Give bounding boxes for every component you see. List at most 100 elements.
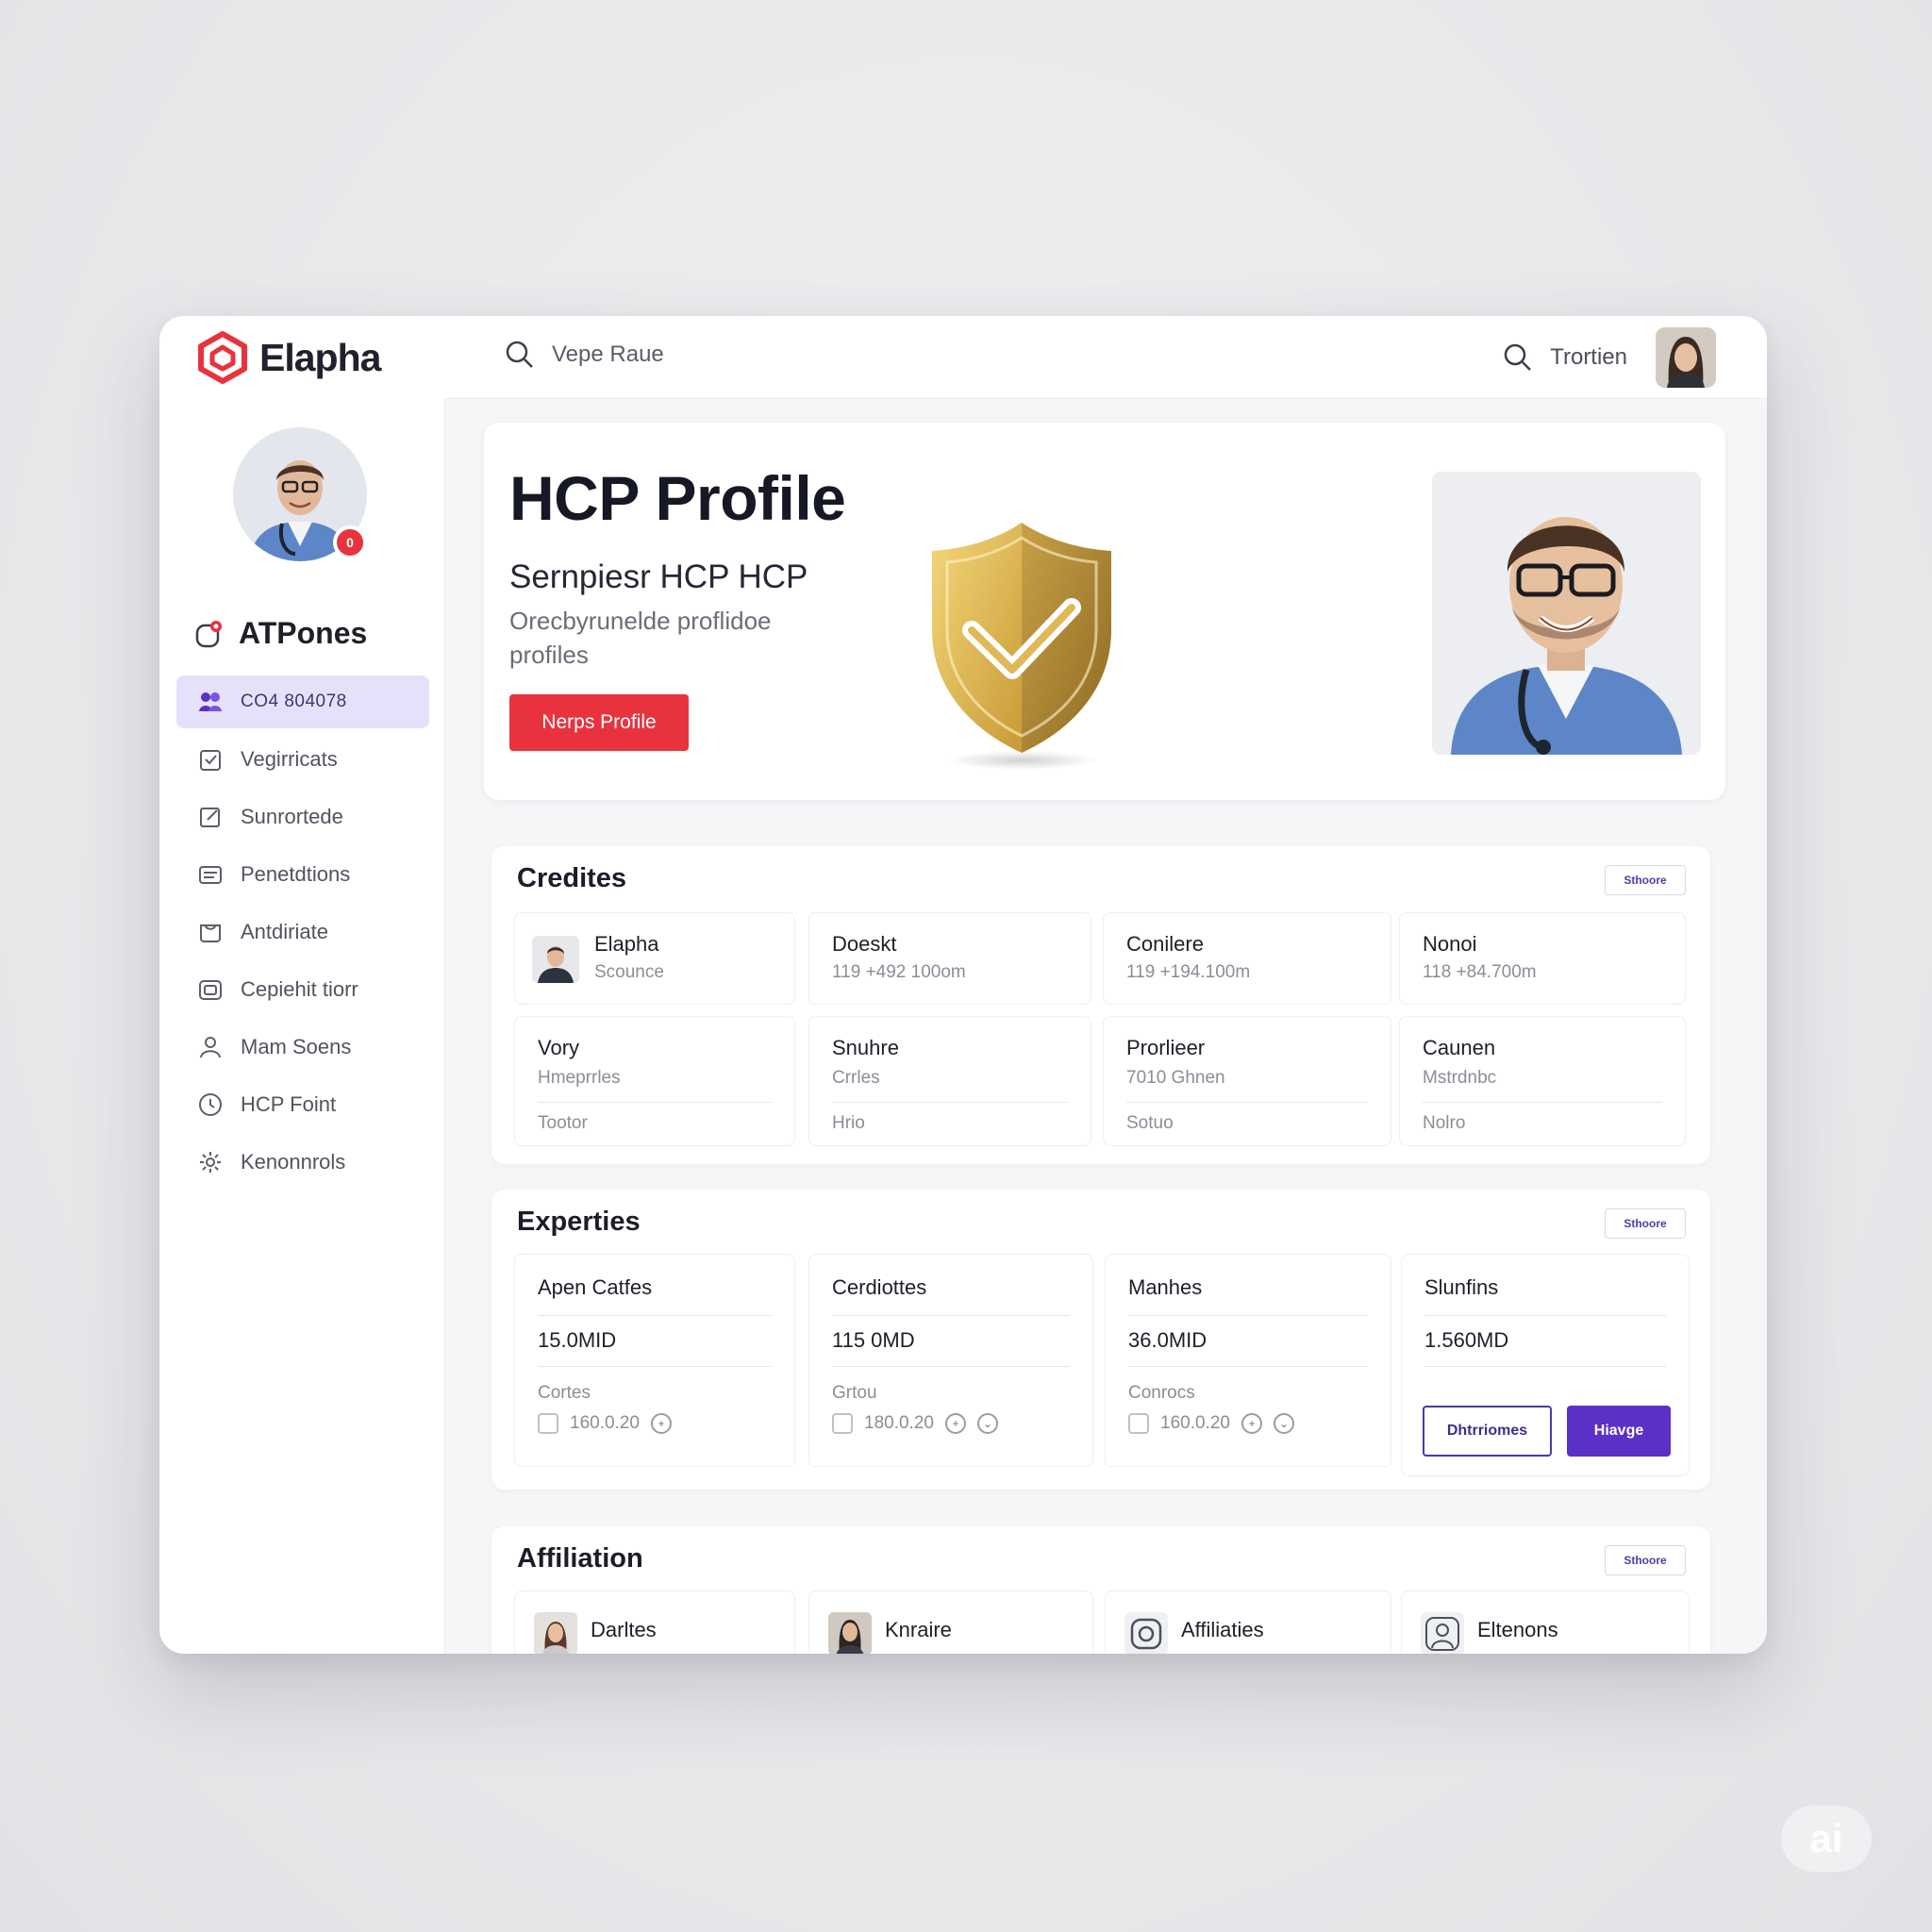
divider	[832, 1315, 1070, 1316]
credential-card[interactable]: Nonoi 118 +84.700m	[1399, 912, 1686, 1005]
sidebar-item-0[interactable]: CO4 804078	[176, 675, 429, 728]
hexagon-logo-icon	[198, 331, 247, 384]
credential-card[interactable]: Prorlieer 7010 Ghnen Sotuo	[1103, 1016, 1391, 1146]
card-title: Nonoi	[1423, 932, 1477, 956]
expertise-card[interactable]: Apen Catfes 15.0MID Cortes 160.0.20 +	[514, 1254, 795, 1467]
credential-card[interactable]: Vory Hmeprrles Tootor	[514, 1016, 795, 1146]
edit-icon	[200, 808, 220, 827]
watermark-badge: ai	[1781, 1806, 1872, 1872]
credential-card[interactable]: Snuhre Crrles Hrio	[808, 1016, 1091, 1146]
sidebar-item-6[interactable]: Mam Soens	[176, 1021, 429, 1074]
credential-card[interactable]: Caunen Mstrdnbc Nolro	[1399, 1016, 1686, 1146]
search-box[interactable]	[505, 340, 893, 370]
sidebar-item-4[interactable]: Antdiriate	[176, 906, 429, 958]
divider	[538, 1102, 772, 1103]
divider	[1423, 1102, 1662, 1103]
divider	[1424, 1315, 1666, 1316]
sidebar-item-7[interactable]: HCP Foint	[176, 1078, 429, 1131]
card-subtitle: Hmeprrles	[538, 1068, 621, 1088]
affiliation-card[interactable]: Knraire	[808, 1591, 1093, 1654]
shield-check-icon	[932, 523, 1111, 770]
sidebar-item-label: Antdiriate	[241, 920, 328, 943]
card-title: Affiliaties	[1181, 1618, 1264, 1641]
see-more-button[interactable]: Sthoore	[1605, 1545, 1686, 1575]
sidebar-item-label: Cepiehit tiorr	[241, 977, 358, 1001]
gear-icon	[200, 1152, 221, 1173]
card-number: 180.0.20	[864, 1413, 934, 1433]
plus-icon[interactable]: +	[944, 1413, 966, 1434]
primary-action-button[interactable]: Hiavge	[1567, 1406, 1671, 1457]
card-footer: Tootor	[538, 1113, 588, 1133]
affiliation-card[interactable]: Affiliaties	[1105, 1591, 1391, 1654]
app-name: Elapha	[259, 335, 381, 379]
expertise-card[interactable]: Cerdiottes 115 0MD Grtou 180.0.20 + ⌄	[808, 1254, 1093, 1467]
card-title: Prorlieer	[1126, 1036, 1206, 1059]
card-title: Snuhre	[832, 1036, 899, 1059]
divider	[832, 1366, 1070, 1367]
card-meta-row: 180.0.20 + ⌄	[832, 1413, 998, 1434]
card-value: 1.560MD	[1424, 1328, 1509, 1352]
divider	[1126, 1102, 1368, 1103]
camera-icon	[1124, 1612, 1168, 1654]
card-title: Eltenons	[1477, 1618, 1558, 1641]
sidebar-item-label: HCP Foint	[241, 1092, 337, 1116]
card-title: Manhes	[1128, 1275, 1203, 1299]
section-title: Affiliation	[517, 1543, 643, 1574]
credential-card[interactable]: Doeskt 119 +492 100om	[808, 912, 1091, 1005]
profile-cta-button[interactable]: Nerps Profile	[509, 694, 689, 751]
doctor-portrait-icon	[1432, 472, 1701, 755]
card-title: Elapha	[594, 932, 659, 956]
person-icon	[200, 1037, 221, 1058]
affiliation-card[interactable]: Eltenons	[1401, 1591, 1690, 1654]
sidebar-item-1[interactable]: Vegirricats	[176, 733, 429, 786]
card-footer: Sotuo	[1126, 1113, 1174, 1133]
card-subtitle: Crrles	[832, 1068, 880, 1088]
sidebar-item-8[interactable]: Kenonnrols	[176, 1136, 429, 1189]
card-footer: Hrio	[832, 1113, 865, 1133]
notification-badge[interactable]: 0	[333, 525, 367, 559]
see-more-button[interactable]: Sthoore	[1605, 865, 1686, 895]
secondary-action-button[interactable]: Dhtrriomes	[1423, 1406, 1552, 1457]
top-bar: Trortien	[444, 316, 1767, 399]
divider	[538, 1315, 772, 1316]
card-meta-row: 160.0.20 + ⌄	[1128, 1413, 1294, 1434]
card-title: Knraire	[885, 1618, 952, 1641]
search-input[interactable]	[550, 341, 893, 369]
sidebar-item-5[interactable]: Cepiehit tiorr	[176, 963, 429, 1016]
card-title: Doeskt	[832, 932, 897, 956]
clipboard-icon	[200, 750, 221, 771]
checkbox[interactable]	[538, 1413, 558, 1434]
chevron-down-icon[interactable]: ⌄	[1273, 1413, 1294, 1434]
person-photo-icon	[828, 1612, 872, 1654]
credential-card[interactable]: Conilere 119 +194.100m	[1103, 912, 1391, 1005]
card-value: 36.0MID	[1128, 1328, 1208, 1352]
card-title: Darltes	[591, 1618, 657, 1641]
card-subtitle: 118 +84.700m	[1423, 962, 1537, 982]
card-subtitle: 119 +492 100om	[832, 962, 966, 982]
card-meta-row: 160.0.20 +	[538, 1413, 672, 1434]
checkbox[interactable]	[1128, 1413, 1149, 1434]
divider	[538, 1366, 772, 1367]
plus-icon[interactable]: +	[650, 1413, 672, 1434]
sidebar-item-2[interactable]: Sunrortede	[176, 791, 429, 843]
plus-icon[interactable]: +	[1241, 1413, 1262, 1434]
expertise-card: Slunfins 1.560MD Dhtrriomes Hiavge	[1401, 1254, 1690, 1476]
divider	[1128, 1366, 1368, 1367]
sidebar-item-3[interactable]: Penetdtions	[176, 848, 429, 901]
search-icon[interactable]	[1503, 342, 1533, 373]
checkbox[interactable]	[832, 1413, 853, 1434]
credential-card[interactable]: Elapha Scounce	[514, 912, 795, 1005]
top-right-label[interactable]: Trortien	[1550, 344, 1627, 371]
see-more-button[interactable]: Sthoore	[1605, 1208, 1686, 1239]
card-label: Grtou	[832, 1383, 877, 1403]
affiliation-card[interactable]: Darltes	[514, 1591, 795, 1654]
expertise-card[interactable]: Manhes 36.0MID Conrocs 160.0.20 + ⌄	[1105, 1254, 1391, 1467]
app-logo[interactable]: Elapha	[197, 331, 381, 384]
divider	[1424, 1366, 1666, 1367]
card-subtitle: Mstrdnbc	[1423, 1068, 1497, 1088]
card-subtitle: 119 +194.100m	[1126, 962, 1251, 982]
chevron-down-icon[interactable]: ⌄	[976, 1413, 998, 1434]
card-title: Apen Catfes	[538, 1275, 653, 1299]
affiliation-section: Affiliation Sthoore Darltes Knraire Affi…	[491, 1526, 1710, 1654]
user-avatar[interactable]	[1656, 327, 1716, 388]
